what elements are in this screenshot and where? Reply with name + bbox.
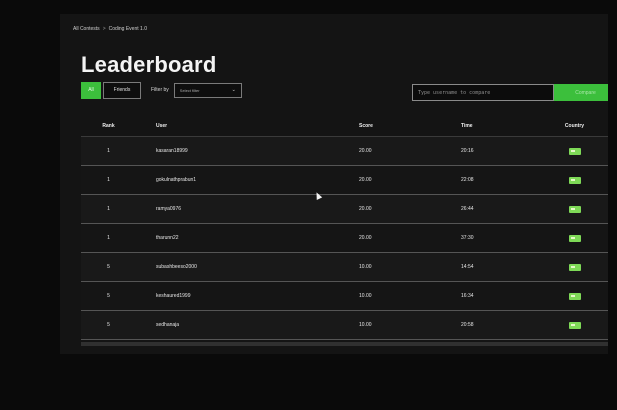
column-header-time[interactable]: Time (441, 123, 541, 129)
page-title: Leaderboard (81, 52, 217, 77)
flag-icon (568, 321, 581, 329)
cell-user[interactable]: gokulnathprabun1 (136, 177, 341, 183)
flag-icon (568, 147, 581, 155)
cell-user[interactable]: tharunn22 (136, 235, 341, 241)
chevron-down-icon: ⌄ (231, 87, 236, 93)
cell-rank: 1 (107, 206, 110, 212)
table-row[interactable]: 1 ramya0976 20.00 26:44 (81, 195, 608, 224)
flag-icon (568, 176, 581, 184)
cell-time: 14:54 (461, 264, 474, 270)
cell-country (541, 176, 608, 184)
breadcrumb-separator: > (102, 26, 106, 32)
flag-icon (568, 292, 581, 300)
cell-score: 20.00 (359, 148, 372, 154)
cell-time: 26:44 (461, 206, 474, 212)
column-header-user[interactable]: User (136, 123, 341, 129)
cell-user[interactable]: sedhanaja (136, 322, 341, 328)
friends-filter-button[interactable]: Friends (103, 81, 141, 99)
filter-select[interactable]: Select filter ⌄ (173, 82, 242, 98)
cell-country (541, 147, 608, 155)
compare-username-input[interactable] (412, 84, 554, 101)
cell-country (541, 205, 608, 213)
cell-score: 20.00 (359, 206, 372, 212)
filter-by-label: Filter by (151, 87, 169, 93)
cell-country (541, 263, 608, 271)
table-row[interactable]: 1 tharunn22 20.00 37:30 (81, 224, 608, 253)
cell-score: 10.00 (359, 322, 372, 328)
cell-score: 10.00 (359, 264, 372, 270)
cell-rank: 1 (107, 177, 110, 183)
table-row[interactable]: 1 gokulnathprabun1 20.00 22:08 (81, 166, 608, 195)
table-row[interactable]: 5 sedhanaja 10.00 20:58 (81, 311, 608, 340)
browser-viewport: All Contests > Coding Event 1.0 Leaderboar… (60, 14, 608, 354)
cell-time: 20:16 (461, 148, 474, 154)
cell-user[interactable]: ramya0976 (136, 206, 341, 212)
cell-country (541, 292, 608, 300)
cell-user[interactable]: kasaran18999 (136, 148, 341, 154)
cell-country (541, 321, 608, 329)
breadcrumb-item-all-contests[interactable]: All Contests (73, 26, 100, 32)
compare-bar: Compare (412, 84, 608, 101)
table-row[interactable]: 5 keshaured1999 10.00 16:34 (81, 282, 608, 311)
leaderboard-table: Rank User Score Time Country 1 kasaran189… (81, 116, 608, 340)
breadcrumb: All Contests > Coding Event 1.0 (73, 26, 147, 32)
breadcrumb-item-coding-event[interactable]: Coding Event 1.0 (109, 26, 147, 32)
column-header-score[interactable]: Score (341, 123, 441, 129)
all-filter-button[interactable]: All (81, 81, 101, 99)
cell-time: 16:34 (461, 293, 474, 299)
table-row[interactable]: 1 kasaran18999 20.00 20:16 (81, 137, 608, 166)
filter-select-value: Select filter (179, 87, 200, 93)
cell-rank: 5 (107, 322, 110, 328)
table-body: 1 kasaran18999 20.00 20:16 1 gokulnathprabun1… (81, 137, 608, 340)
cell-rank: 5 (107, 293, 110, 299)
cell-time: 37:30 (461, 235, 474, 241)
table-scroll-edge (81, 342, 608, 346)
column-header-country[interactable]: Country (541, 123, 608, 129)
column-header-rank[interactable]: Rank (81, 123, 136, 129)
flag-icon (568, 263, 581, 271)
cell-time: 22:08 (461, 177, 474, 183)
cell-user[interactable]: subashbeeso2000 (136, 264, 341, 270)
leaderboard-toolbar: All Friends Filter by Select filter ⌄ (81, 81, 242, 99)
flag-icon (568, 234, 581, 242)
table-header: Rank User Score Time Country (81, 116, 608, 137)
table-row[interactable]: 5 subashbeeso2000 10.00 14:54 (81, 253, 608, 282)
cell-rank: 1 (107, 148, 110, 154)
cell-score: 20.00 (359, 235, 372, 241)
flag-icon (568, 205, 581, 213)
cell-score: 10.00 (359, 293, 372, 299)
cell-rank: 1 (107, 235, 110, 241)
cell-user[interactable]: keshaured1999 (136, 293, 341, 299)
cell-time: 20:58 (461, 322, 474, 328)
compare-button[interactable]: Compare (554, 84, 608, 101)
cell-score: 20.00 (359, 177, 372, 183)
cell-country (541, 234, 608, 242)
cell-rank: 5 (107, 264, 110, 270)
